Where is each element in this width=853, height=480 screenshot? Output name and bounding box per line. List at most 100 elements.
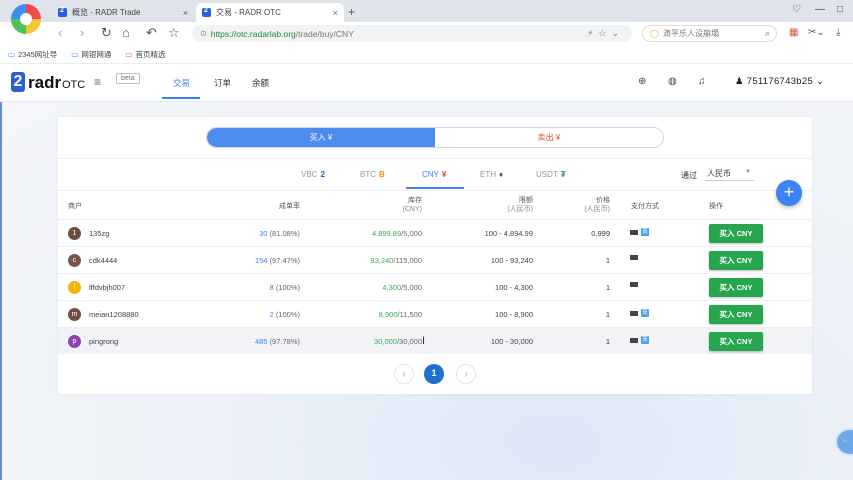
currency-tab-usdt[interactable]: USDT ₮ <box>536 170 566 179</box>
menu-icon[interactable]: ≡ <box>94 75 101 89</box>
logo-text: radr <box>28 73 62 92</box>
completion-rate: 2 (100%) <box>269 310 300 319</box>
bookmark-star-icon[interactable]: ☆ <box>168 26 180 40</box>
buy-cny-button[interactable]: 买入 CNY <box>709 305 763 324</box>
buy-sell-toggle: 买入 ¥ 卖出 ¥ <box>206 127 664 148</box>
stock: 4,300/5,000 <box>382 283 422 292</box>
bank-card-icon <box>630 282 638 287</box>
radr-favicon-icon <box>58 7 67 17</box>
payment-methods <box>630 255 641 260</box>
limit-range: 100 - 4,894.99 <box>484 229 533 238</box>
tab-radr-trade[interactable]: 概览 - RADR Trade × <box>52 3 194 22</box>
buy-toggle-button[interactable]: 买入 ¥ <box>207 128 435 147</box>
new-tab-button[interactable]: + <box>348 5 355 19</box>
divider <box>58 190 812 191</box>
home-icon[interactable]: ⌂ <box>122 26 130 40</box>
logo-subtitle: OTC <box>62 79 86 91</box>
user-icon: ♟ <box>735 76 747 87</box>
window-restore-icon[interactable]: ♡ <box>792 4 801 15</box>
col-header-stock: 库存 (CNY) <box>402 197 422 213</box>
buy-cny-button[interactable]: 买入 CNY <box>709 224 763 243</box>
bell-icon[interactable]: ♫ <box>698 76 706 87</box>
undo-close-icon[interactable]: ↶ <box>146 26 157 40</box>
radr-favicon-icon <box>202 7 211 17</box>
payment-methods <box>630 282 641 287</box>
pagination: ‹ 1 › <box>58 362 812 384</box>
search-icon[interactable]: ⌕ <box>765 28 770 39</box>
currency-tab-btc[interactable]: BTC B <box>360 170 385 179</box>
buy-cny-button[interactable]: 买入 CNY <box>709 332 763 351</box>
download-icon[interactable]: ⤓ <box>836 27 840 38</box>
bookmarks-bar: ▭ 2345网址导 ▭ 网银网通 ▭ 首页精选 <box>0 45 853 64</box>
completion-rate: 30 (81.08%) <box>259 229 300 238</box>
extensions-icon[interactable]: ✂⌄ <box>808 27 825 38</box>
lock-icon: ⊙ <box>200 29 207 38</box>
browser-search-box[interactable]: ◯ 滴平乐人设崩塌 ⌕ <box>642 25 777 42</box>
limit-range: 100 - 8,900 <box>495 310 533 319</box>
merchant-name[interactable]: pingrong <box>89 337 118 346</box>
avatar: c <box>68 254 81 267</box>
col-header-price: 价格 (人民币) <box>584 197 610 213</box>
add-circle-icon[interactable]: ⊕ <box>638 76 646 87</box>
apps-grid-icon[interactable]: ▦ <box>789 27 798 38</box>
window-maximize-icon[interactable]: □ <box>837 4 843 15</box>
bookmark-item[interactable]: ▭ 网银网通 <box>71 49 111 60</box>
payment-via-label: 通过 <box>681 171 697 180</box>
avatar: m <box>68 308 81 321</box>
nav-orders[interactable]: 订单 <box>214 77 231 89</box>
alipay-icon: 支 <box>641 228 649 236</box>
buy-cny-button[interactable]: 买入 CNY <box>709 251 763 270</box>
search-suggestion: 滴平乐人设崩塌 <box>662 29 719 38</box>
price: 1 <box>605 256 610 265</box>
globe-icon[interactable]: ◍ <box>668 76 677 87</box>
reload-icon[interactable]: ↻ <box>101 26 112 40</box>
merchant-name[interactable]: cdk4444 <box>89 256 117 265</box>
nav-trade[interactable]: 交易 <box>173 77 190 89</box>
currency-tab-eth[interactable]: ETH ♦ <box>480 170 503 179</box>
search-engine-icon: ◯ <box>650 29 659 38</box>
add-ad-button[interactable]: + <box>776 180 802 206</box>
table-row: p pingrong 485 (97.78%) 30,000/30,000 10… <box>58 327 812 354</box>
avatar: l <box>68 281 81 294</box>
stock: 8,900/11,500 <box>378 310 422 319</box>
alipay-icon: 支 <box>641 336 649 344</box>
username: 751176743b25 <box>746 76 814 87</box>
tab-close-icon[interactable]: × <box>333 8 338 18</box>
user-menu[interactable]: ♟ 751176743b25 ⌄ <box>735 76 824 87</box>
browser-tab-bar: 概览 - RADR Trade × 交易 - RADR OTC × + ♡ — … <box>0 0 853 22</box>
tab-close-icon[interactable]: × <box>183 8 188 18</box>
stock: 93,240/115,000 <box>370 256 422 265</box>
radr-logo-icon[interactable]: 2 <box>11 72 25 92</box>
currency-tab-cny[interactable]: CNY ¥ <box>422 170 446 179</box>
back-icon[interactable]: ‹ <box>58 26 62 40</box>
completion-rate: 154 (97.47%) <box>254 256 300 265</box>
stock: 30,000/30,000 <box>374 337 422 346</box>
nav-balance[interactable]: 余额 <box>252 77 269 89</box>
currency-tab-indicator <box>406 187 464 189</box>
next-page-button[interactable]: › <box>456 364 476 384</box>
currency-tab-vbc[interactable]: VBC 2 <box>301 170 325 179</box>
forward-icon[interactable]: › <box>80 26 84 40</box>
merchant-name[interactable]: 135zg <box>89 229 109 238</box>
merchant-name[interactable]: meian1208880 <box>89 310 139 319</box>
page-1-button[interactable]: 1 <box>424 364 444 384</box>
eth-icon: ♦ <box>499 170 504 179</box>
divider <box>58 158 812 159</box>
sell-toggle-button[interactable]: 卖出 ¥ <box>435 128 663 147</box>
bookmark-item[interactable]: ▭ 首页精选 <box>125 49 165 60</box>
url-bar[interactable]: ⊙ https://otc.radarlab.org/trade/buy/CNY… <box>192 25 632 42</box>
browser-logo-icon[interactable] <box>11 4 41 34</box>
buy-cny-button[interactable]: 买入 CNY <box>709 278 763 297</box>
merchant-name[interactable]: lffdvbjh007 <box>89 283 125 292</box>
limit-range: 100 - 30,000 <box>490 337 533 346</box>
url-actions-icon[interactable]: ⚡☆⌄ <box>587 28 624 39</box>
btc-icon: B <box>379 170 385 179</box>
col-header-rate: 成单率 <box>279 203 300 210</box>
price: 0.999 <box>591 229 610 238</box>
window-minimize-icon[interactable]: — <box>815 4 825 15</box>
bookmark-folder-icon: ▭ <box>71 49 79 59</box>
prev-page-button[interactable]: ‹ <box>394 364 414 384</box>
tab-radr-otc[interactable]: 交易 - RADR OTC × <box>196 3 344 22</box>
payment-currency-select[interactable]: 人民币 ▼ <box>705 166 754 181</box>
bookmark-item[interactable]: ▭ 2345网址导 <box>8 49 57 60</box>
